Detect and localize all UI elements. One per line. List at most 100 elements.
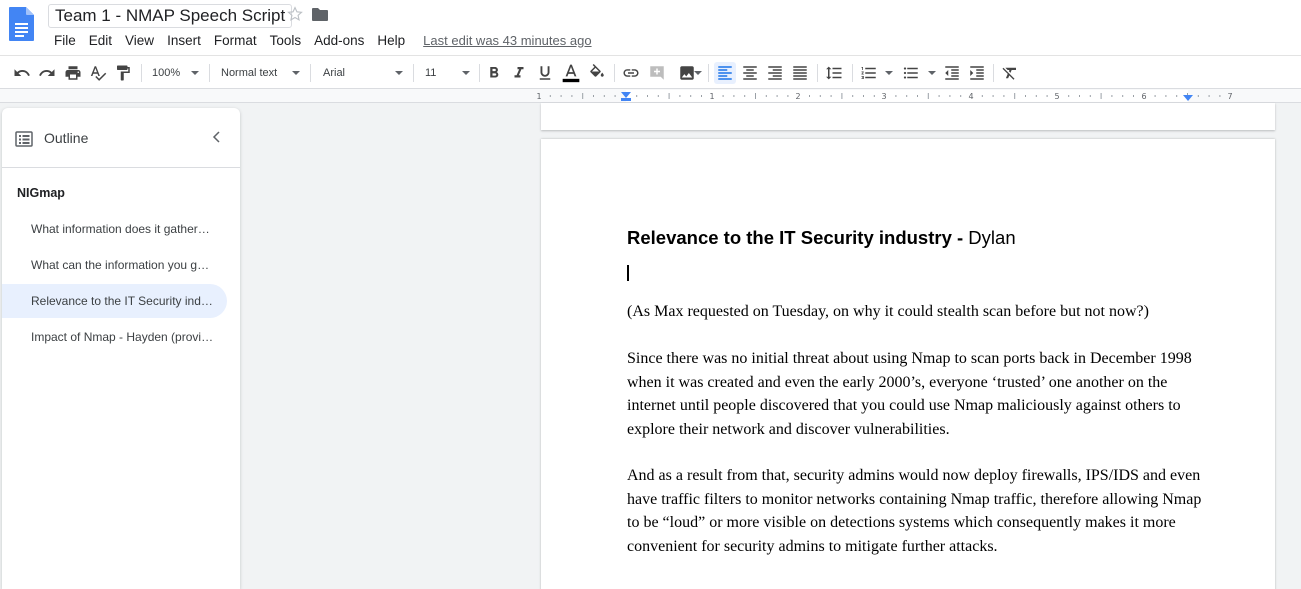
line-spacing-icon[interactable] [823,62,845,84]
ruler-tick [927,93,929,99]
font-size-select[interactable]: 11 [425,62,473,84]
section-heading[interactable]: Relevance to the IT Security industry - … [627,227,1016,249]
ruler-tick [571,95,573,97]
outline-panel: Outline NIGmap What information does it … [2,108,240,589]
toolbar-divider [310,64,311,82]
menu-bar: File Edit View Insert Format Tools Add-o… [54,31,592,49]
decrease-indent-icon[interactable] [941,62,963,84]
ruler-tick [1046,95,1048,97]
highlight-color-icon[interactable] [587,62,607,84]
toolbar-divider [817,64,818,82]
ruler-number: 5 [1054,92,1059,101]
undo-icon[interactable] [12,62,32,84]
document-page[interactable]: Relevance to the IT Security industry - … [541,139,1275,589]
toolbar: 100% Normal text Arial 11 [0,55,1301,89]
paragraph-style-select[interactable]: Normal text [221,62,303,84]
align-left-icon[interactable] [714,62,736,84]
menu-tools[interactable]: Tools [270,33,302,48]
add-comment-icon[interactable] [646,62,668,84]
bold-icon[interactable] [484,62,504,84]
paragraph[interactable]: (As Max requested on Tuesday, on why it … [627,300,1202,324]
ruler-tick [960,95,962,97]
ruler-tick [873,95,875,97]
menu-edit[interactable]: Edit [89,33,112,48]
header: Team 1 - NMAP Speech Script File Edit Vi… [0,0,1301,55]
align-justify-icon[interactable] [789,62,811,84]
ruler-tick [582,93,584,99]
paragraph[interactable]: And as a result from that, security admi… [627,464,1202,558]
menu-view[interactable]: View [125,33,154,48]
insert-image-icon[interactable] [671,62,703,84]
spellcheck-icon[interactable] [88,62,108,84]
zoom-value: 100% [152,67,181,79]
align-center-icon[interactable] [739,62,761,84]
bulleted-list-icon[interactable] [900,62,938,84]
ruler-tick [636,95,638,97]
last-edit-link[interactable]: Last edit was 43 minutes ago [423,33,591,48]
text-color-icon[interactable] [560,62,582,84]
menu-file[interactable]: File [54,33,76,48]
previous-page [541,103,1275,130]
chevron-down-icon [191,71,199,75]
ruler-tick [1197,95,1199,97]
outline-item-selected[interactable]: Relevance to the IT Security ind… [2,284,227,318]
font-select[interactable]: Arial [323,62,405,84]
ruler-tick [657,95,659,97]
first-line-indent-marker-icon[interactable] [621,98,631,101]
ruler-tick [906,95,908,97]
chevron-down-icon [462,71,470,75]
numbered-list-icon[interactable] [858,62,894,84]
chevron-left-icon[interactable] [210,130,224,144]
menu-format[interactable]: Format [214,33,257,48]
ruler-tick [1154,95,1156,97]
clear-formatting-icon[interactable] [999,62,1021,84]
toolbar-divider [993,64,994,82]
menu-help[interactable]: Help [377,33,405,48]
ruler-tick [701,95,702,97]
align-right-icon[interactable] [764,62,786,84]
chevron-down-icon [395,71,403,75]
outline-item[interactable]: What can the information you g… [2,248,227,282]
ruler-number: 3 [881,92,886,101]
paragraph[interactable]: Since there was no initial threat about … [627,347,1202,441]
chevron-down-icon [292,71,300,75]
font-value: Arial [323,67,346,79]
star-icon[interactable] [286,5,304,23]
ruler-tick [863,95,864,97]
ruler-tick [549,95,551,97]
ruler-tick [603,95,605,97]
outline-heading-nigmap[interactable]: NIGmap [17,186,65,200]
ruler-tick [992,95,994,97]
ruler-tick [830,95,832,97]
zoom-select[interactable]: 100% [152,62,202,84]
redo-icon[interactable] [37,62,57,84]
document-title-input[interactable]: Team 1 - NMAP Speech Script [48,4,293,28]
print-icon[interactable] [62,62,84,84]
toolbar-divider [852,64,853,82]
outline-title: Outline [44,130,89,146]
outline-item[interactable]: Impact of Nmap - Hayden (provi… [2,320,227,354]
ruler-tick [787,95,789,97]
menu-addons[interactable]: Add-ons [314,33,364,48]
italic-icon[interactable] [509,62,529,84]
ruler-tick [744,95,746,97]
increase-indent-icon[interactable] [966,62,988,84]
insert-link-icon[interactable] [620,62,642,84]
folder-icon[interactable] [311,7,329,22]
outline-item[interactable]: What information does it gather… [2,212,227,246]
menu-insert[interactable]: Insert [167,33,201,48]
heading-bold-text: Relevance to the IT Security industry - [627,227,964,248]
toolbar-divider [708,64,709,82]
underline-icon[interactable] [535,62,555,84]
ruler-tick [1176,95,1178,97]
paint-format-icon[interactable] [113,62,133,84]
docs-logo-icon[interactable] [8,6,36,42]
ruler-tick [722,95,724,97]
outline-header: Outline [2,108,240,168]
ruler-tick [1208,95,1210,97]
toolbar-divider [479,64,480,82]
ruler-tick [765,95,767,97]
ruler-tick [809,95,810,97]
ruler[interactable]: 1 1 2 3 4 5 6 7 [536,90,1276,102]
toolbar-divider [413,64,414,82]
